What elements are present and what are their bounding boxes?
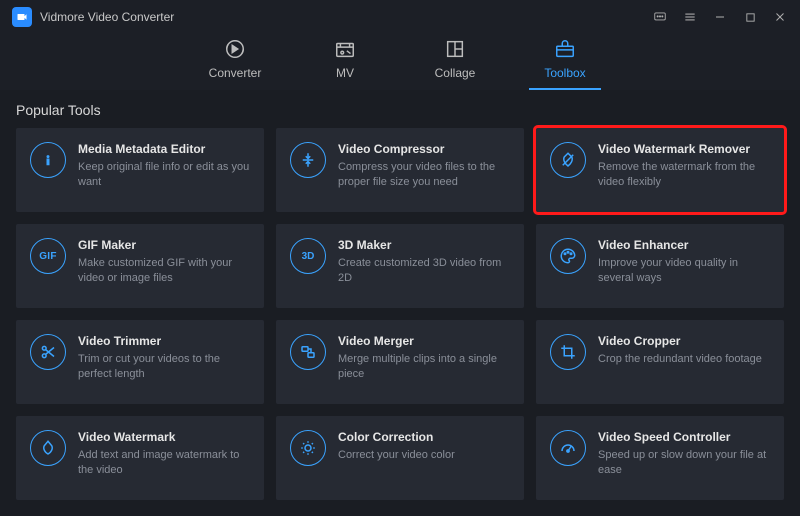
tool-video-enhancer[interactable]: Video Enhancer Improve your video qualit… [536,224,784,308]
menu-icon[interactable] [682,9,698,25]
card-title: Video Enhancer [598,238,770,252]
app-logo [12,7,32,27]
tool-video-trimmer[interactable]: Video Trimmer Trim or cut your videos to… [16,320,264,404]
card-title: 3D Maker [338,238,510,252]
card-desc: Crop the redundant video footage [598,352,770,367]
section-title: Popular Tools [16,102,784,118]
tools-grid: Media Metadata Editor Keep original file… [0,128,800,516]
card-desc: Create customized 3D video from 2D [338,256,510,286]
tab-mv[interactable]: MV [315,38,375,88]
card-title: Video Watermark Remover [598,142,770,156]
card-desc: Add text and image watermark to the vide… [78,448,250,478]
converter-icon [224,38,246,60]
card-desc: Compress your video files to the proper … [338,160,510,190]
toolbox-icon [554,38,576,60]
tool-video-compressor[interactable]: Video Compressor Compress your video fil… [276,128,524,212]
card-desc: Speed up or slow down your file at ease [598,448,770,478]
tool-video-watermark-remover[interactable]: Video Watermark Remover Remove the water… [536,128,784,212]
watermark-remove-icon [550,142,586,178]
tab-collage[interactable]: Collage [425,38,485,88]
card-body: Video Watermark Add text and image water… [78,430,250,478]
card-title: GIF Maker [78,238,250,252]
gauge-icon [550,430,586,466]
card-title: Media Metadata Editor [78,142,250,156]
card-body: Color Correction Correct your video colo… [338,430,510,463]
3d-icon: 3D [290,238,326,274]
card-body: Video Trimmer Trim or cut your videos to… [78,334,250,382]
section-header: Popular Tools [0,90,800,118]
compress-icon [290,142,326,178]
tab-label: MV [336,66,354,80]
tab-converter[interactable]: Converter [205,38,265,88]
gif-text: GIF [39,251,57,262]
card-desc: Correct your video color [338,448,510,463]
card-title: Video Speed Controller [598,430,770,444]
tool-color-correction[interactable]: Color Correction Correct your video colo… [276,416,524,500]
info-icon [30,142,66,178]
merge-icon [290,334,326,370]
card-desc: Remove the watermark from the video flex… [598,160,770,190]
tool-3d-maker[interactable]: 3D 3D Maker Create customized 3D video f… [276,224,524,308]
card-title: Video Cropper [598,334,770,348]
card-body: Media Metadata Editor Keep original file… [78,142,250,190]
window-controls [652,9,788,25]
collage-icon [444,38,466,60]
card-body: Video Cropper Crop the redundant video f… [598,334,770,367]
tool-gif-maker[interactable]: GIF GIF Maker Make customized GIF with y… [16,224,264,308]
minimize-icon[interactable] [712,9,728,25]
card-body: Video Speed Controller Speed up or slow … [598,430,770,478]
card-desc: Trim or cut your videos to the perfect l… [78,352,250,382]
feedback-icon[interactable] [652,9,668,25]
main-tabs: Converter MV Collage Toolbox [0,34,800,90]
card-desc: Merge multiple clips into a single piece [338,352,510,382]
card-desc: Make customized GIF with your video or i… [78,256,250,286]
maximize-icon[interactable] [742,9,758,25]
card-body: Video Watermark Remover Remove the water… [598,142,770,190]
close-icon[interactable] [772,9,788,25]
tab-label: Collage [435,66,476,80]
card-body: Video Compressor Compress your video fil… [338,142,510,190]
card-body: GIF Maker Make customized GIF with your … [78,238,250,286]
3d-text: 3D [302,251,315,262]
card-title: Color Correction [338,430,510,444]
card-body: Video Merger Merge multiple clips into a… [338,334,510,382]
mv-icon [334,38,356,60]
gif-icon: GIF [30,238,66,274]
tool-video-speed-controller[interactable]: Video Speed Controller Speed up or slow … [536,416,784,500]
card-title: Video Merger [338,334,510,348]
tool-video-merger[interactable]: Video Merger Merge multiple clips into a… [276,320,524,404]
scissors-icon [30,334,66,370]
card-desc: Improve your video quality in several wa… [598,256,770,286]
tool-media-metadata-editor[interactable]: Media Metadata Editor Keep original file… [16,128,264,212]
tab-toolbox[interactable]: Toolbox [535,38,595,88]
app-title: Vidmore Video Converter [40,10,174,24]
card-title: Video Trimmer [78,334,250,348]
tool-video-cropper[interactable]: Video Cropper Crop the redundant video f… [536,320,784,404]
card-desc: Keep original file info or edit as you w… [78,160,250,190]
titlebar-left: Vidmore Video Converter [12,7,174,27]
tab-label: Converter [209,66,262,80]
titlebar: Vidmore Video Converter [0,0,800,34]
sun-icon [290,430,326,466]
card-body: 3D Maker Create customized 3D video from… [338,238,510,286]
tab-label: Toolbox [544,66,585,80]
tool-video-watermark[interactable]: Video Watermark Add text and image water… [16,416,264,500]
card-body: Video Enhancer Improve your video qualit… [598,238,770,286]
droplet-icon [30,430,66,466]
crop-icon [550,334,586,370]
card-title: Video Watermark [78,430,250,444]
card-title: Video Compressor [338,142,510,156]
palette-icon [550,238,586,274]
